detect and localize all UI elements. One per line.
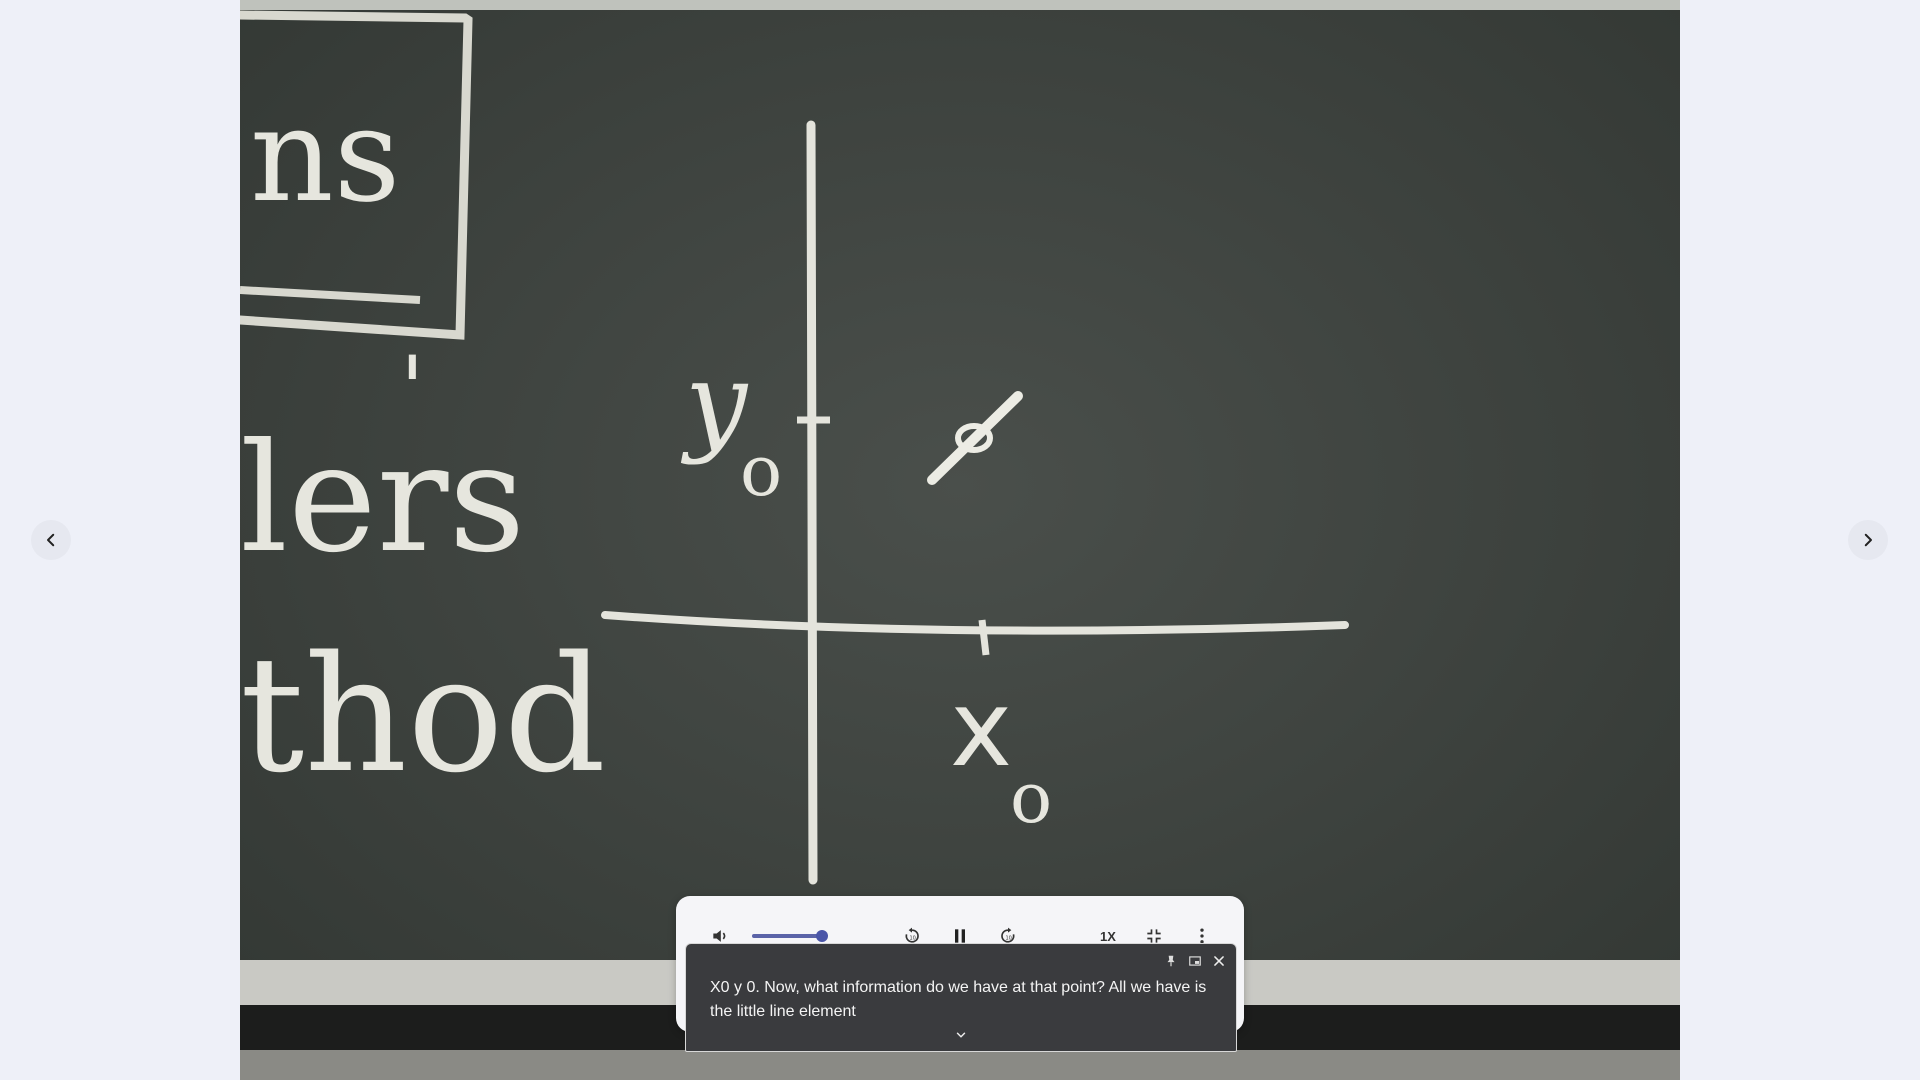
board-x-label: x xyxy=(950,668,1012,790)
chevron-right-icon xyxy=(1864,533,1872,547)
board-word-3: thod xyxy=(240,621,606,808)
previous-button[interactable] xyxy=(31,520,71,560)
chevron-down-icon xyxy=(956,1032,966,1038)
popout-caption-button[interactable] xyxy=(1186,952,1204,970)
board-x-subscript: o xyxy=(1010,757,1052,839)
volume-slider-thumb[interactable] xyxy=(816,930,828,942)
video-viewer: ns lers ' thod y o x o 10 10 1X X0 y 0. … xyxy=(0,0,1920,1080)
pin-icon xyxy=(1167,955,1175,967)
next-button[interactable] xyxy=(1848,520,1888,560)
picture-in-picture-icon xyxy=(1189,956,1201,966)
volume-slider[interactable] xyxy=(752,934,822,938)
close-caption-button[interactable] xyxy=(1210,952,1228,970)
close-icon xyxy=(1214,956,1224,966)
board-y-label: y xyxy=(680,338,749,466)
pin-caption-button[interactable] xyxy=(1162,952,1180,970)
board-word-2: lers xyxy=(240,412,525,586)
caption-panel: X0 y 0. Now, what information do we have… xyxy=(685,943,1237,1052)
board-apostrophe: ' xyxy=(400,337,425,442)
expand-caption-button[interactable] xyxy=(950,1026,972,1044)
svg-text:10: 10 xyxy=(910,935,916,941)
board-y-subscript: o xyxy=(740,430,782,512)
board-word-1: ns xyxy=(250,79,400,231)
caption-text: X0 y 0. Now, what information do we have… xyxy=(710,979,1207,1020)
chevron-left-icon xyxy=(47,533,55,547)
svg-text:10: 10 xyxy=(1006,935,1012,941)
caption-tools xyxy=(1162,952,1228,970)
